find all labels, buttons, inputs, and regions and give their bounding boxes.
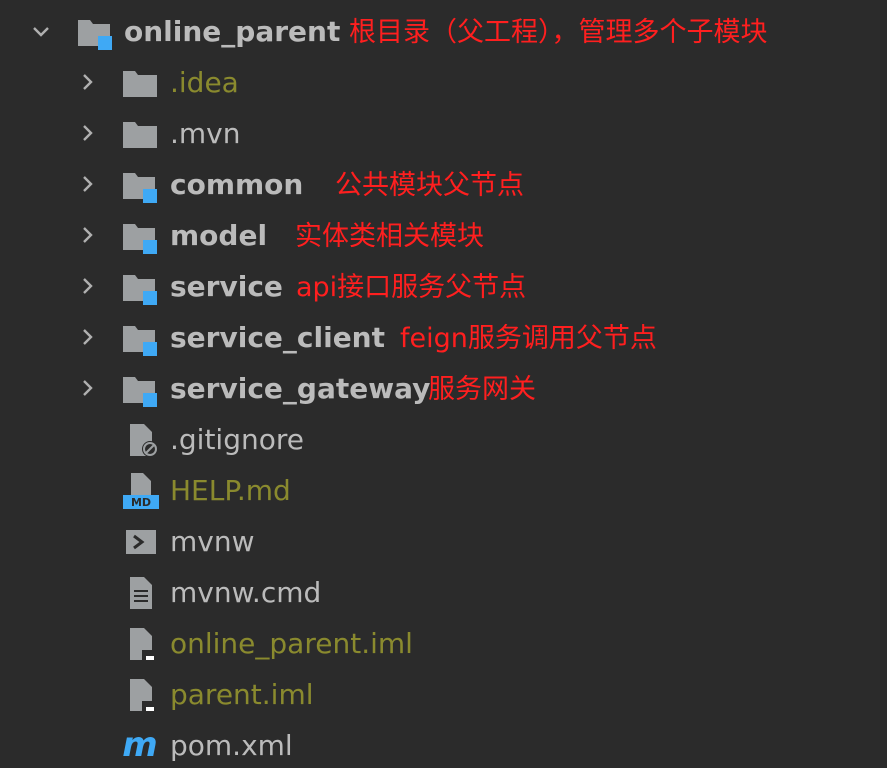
folder-icon: [121, 63, 161, 103]
tree-item-label: model: [170, 219, 268, 252]
markdown-file-icon: MD: [121, 471, 161, 511]
tree-item-label: common: [170, 168, 304, 201]
tree-item-label: HELP.md: [170, 474, 291, 507]
tree-item-label: pom.xml: [170, 729, 293, 762]
tree-item-idea[interactable]: .idea: [0, 57, 887, 108]
iml-file-icon: [124, 675, 164, 715]
tree-item-label: online_parent.iml: [170, 627, 413, 660]
module-folder-icon: [121, 267, 161, 307]
maven-pom-icon: m: [120, 724, 160, 765]
module-folder-icon: [121, 216, 161, 256]
tree-item-help-md[interactable]: MD HELP.md: [0, 465, 887, 516]
tree-item-service[interactable]: service api接口服务父节点: [0, 261, 887, 312]
chevron-right-icon[interactable]: [77, 275, 99, 297]
tree-item-common[interactable]: common 公共模块父节点: [0, 159, 887, 210]
tree-root-annotation: 根目录（父工程），管理多个子模块: [349, 17, 768, 48]
tree-item-mvnw-cmd[interactable]: mvnw.cmd: [0, 567, 887, 618]
folder-icon: [121, 114, 161, 154]
tree-item-model[interactable]: model 实体类相关模块: [0, 210, 887, 261]
tree-item-label: service_client: [170, 321, 386, 354]
tree-root-online-parent[interactable]: online_parent 根目录（父工程），管理多个子模块: [0, 7, 887, 58]
text-file-icon: [124, 573, 164, 613]
tree-item-annotation: api接口服务父节点: [296, 272, 527, 303]
tree-item-annotation: 实体类相关模块: [295, 221, 484, 252]
tree-item-pom-xml[interactable]: m pom.xml: [0, 720, 887, 768]
tree-item-label: mvnw.cmd: [170, 576, 322, 609]
chevron-right-icon[interactable]: [77, 122, 99, 144]
tree-item-label: parent.iml: [170, 678, 314, 711]
tree-item-online-parent-iml[interactable]: online_parent.iml: [0, 618, 887, 669]
tree-item-label: .gitignore: [170, 423, 304, 456]
gitignore-file-icon: [124, 420, 164, 460]
chevron-right-icon[interactable]: [77, 326, 99, 348]
iml-file-icon: [124, 624, 164, 664]
tree-item-annotation: 公共模块父节点: [335, 170, 524, 201]
tree-item-annotation: 服务网关: [428, 374, 536, 405]
tree-item-annotation: feign服务调用父节点: [400, 323, 657, 354]
tree-item-parent-iml[interactable]: parent.iml: [0, 669, 887, 720]
module-folder-icon: [121, 318, 161, 358]
tree-item-label: mvnw: [170, 525, 255, 558]
tree-item-service-client[interactable]: service_client feign服务调用父节点: [0, 312, 887, 363]
tree-item-service-gateway[interactable]: service_gateway 服务网关: [0, 363, 887, 414]
tree-item-gitignore[interactable]: .gitignore: [0, 414, 887, 465]
module-folder-icon: [121, 369, 161, 409]
chevron-right-icon[interactable]: [77, 224, 99, 246]
svg-text:MD: MD: [131, 496, 151, 509]
tree-item-label: service: [170, 270, 283, 303]
svg-text:m: m: [122, 725, 157, 764]
chevron-right-icon[interactable]: [77, 173, 99, 195]
tree-root-label: online_parent: [124, 15, 341, 48]
tree-item-label: .idea: [170, 66, 239, 99]
chevron-right-icon[interactable]: [77, 71, 99, 93]
chevron-right-icon[interactable]: [77, 377, 99, 399]
module-folder-icon: [76, 12, 116, 52]
tree-item-mvnw[interactable]: mvnw: [0, 516, 887, 567]
tree-item-label: .mvn: [170, 117, 241, 150]
chevron-down-icon[interactable]: [30, 21, 52, 43]
tree-item-mvn[interactable]: .mvn: [0, 108, 887, 159]
project-tree: online_parent 根目录（父工程），管理多个子模块 .idea .mv…: [0, 0, 887, 768]
module-folder-icon: [121, 165, 161, 205]
shell-script-icon: [124, 522, 164, 562]
tree-item-label: service_gateway: [170, 372, 431, 405]
